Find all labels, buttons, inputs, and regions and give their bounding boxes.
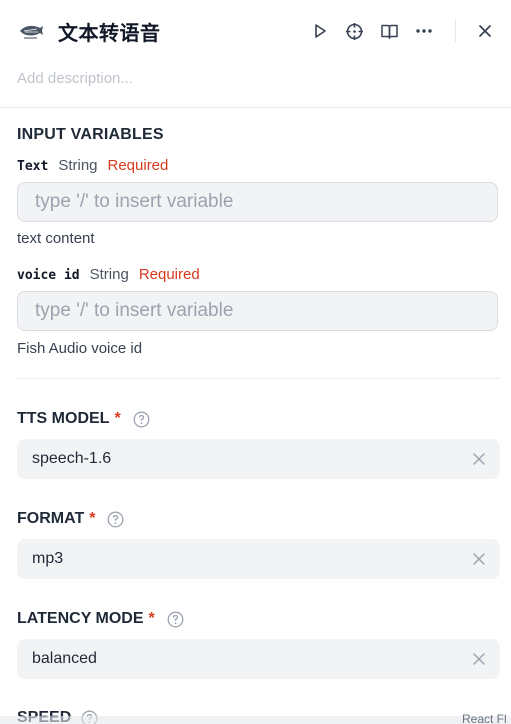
variable-voice-id-header: voice id String Required <box>17 266 200 283</box>
panel-bottom-edge <box>0 716 511 724</box>
select-value: mp3 <box>32 550 64 567</box>
variable-required: Required <box>138 266 200 283</box>
variable-text-input-box <box>17 182 498 222</box>
description-field[interactable]: Add description... <box>17 70 133 87</box>
help-circle-icon[interactable] <box>107 511 124 528</box>
variable-text-help: text content <box>17 230 95 247</box>
latency-mode-label: LATENCY MODE * <box>17 610 184 628</box>
fish-audio-logo <box>20 25 43 39</box>
close-icon <box>479 25 491 37</box>
tts-model-label: TTS MODEL * <box>17 410 150 428</box>
panel-header: 文本转语音 <box>0 0 511 62</box>
required-mark: * <box>89 510 96 527</box>
select-value: balanced <box>32 650 97 667</box>
close-button[interactable] <box>473 19 497 43</box>
header-divider <box>0 107 511 108</box>
required-mark: * <box>148 610 155 627</box>
tts-model-select[interactable]: speech-1.6 <box>17 439 500 479</box>
play-icon <box>315 24 326 38</box>
format-select[interactable]: mp3 <box>17 539 500 579</box>
variable-text-input[interactable] <box>33 190 497 214</box>
variable-name: voice id <box>17 268 80 283</box>
field-label-text: FORMAT <box>17 510 85 527</box>
node-settings-panel: 文本转语音 Add description... INPUT VARIABLES… <box>0 0 511 724</box>
more-button[interactable] <box>412 19 436 43</box>
crosshair-icon <box>345 22 363 40</box>
field-label-text: LATENCY MODE <box>17 610 144 627</box>
format-label: FORMAT * <box>17 510 124 528</box>
clear-icon[interactable] <box>472 552 486 566</box>
variable-required: Required <box>107 157 169 174</box>
variable-type: String <box>89 266 129 283</box>
latency-mode-select[interactable]: balanced <box>17 639 500 679</box>
required-mark: * <box>114 410 121 427</box>
run-button[interactable] <box>308 19 332 43</box>
react-flow-attribution[interactable]: React Fl <box>462 712 507 724</box>
input-variables-title: INPUT VARIABLES <box>17 126 164 143</box>
more-horizontal-icon <box>416 29 432 33</box>
book-open-icon <box>380 24 398 39</box>
variable-voice-id-input[interactable] <box>33 299 497 323</box>
variable-text-header: Text String Required <box>17 157 168 174</box>
docs-button[interactable] <box>377 19 401 43</box>
variable-voice-id-help: Fish Audio voice id <box>17 340 143 357</box>
variable-type: String <box>58 157 98 174</box>
clear-icon[interactable] <box>472 452 486 466</box>
select-value: speech-1.6 <box>32 450 112 467</box>
header-separator <box>455 20 456 42</box>
locate-button[interactable] <box>342 19 366 43</box>
field-label-text: TTS MODEL <box>17 410 110 427</box>
section-divider <box>17 378 500 379</box>
variable-name: Text <box>17 159 49 174</box>
node-title[interactable]: 文本转语音 <box>58 17 161 46</box>
help-circle-icon[interactable] <box>133 411 150 428</box>
help-circle-icon[interactable] <box>167 611 184 628</box>
variable-voice-id-input-box <box>17 291 498 331</box>
clear-icon[interactable] <box>472 652 486 666</box>
